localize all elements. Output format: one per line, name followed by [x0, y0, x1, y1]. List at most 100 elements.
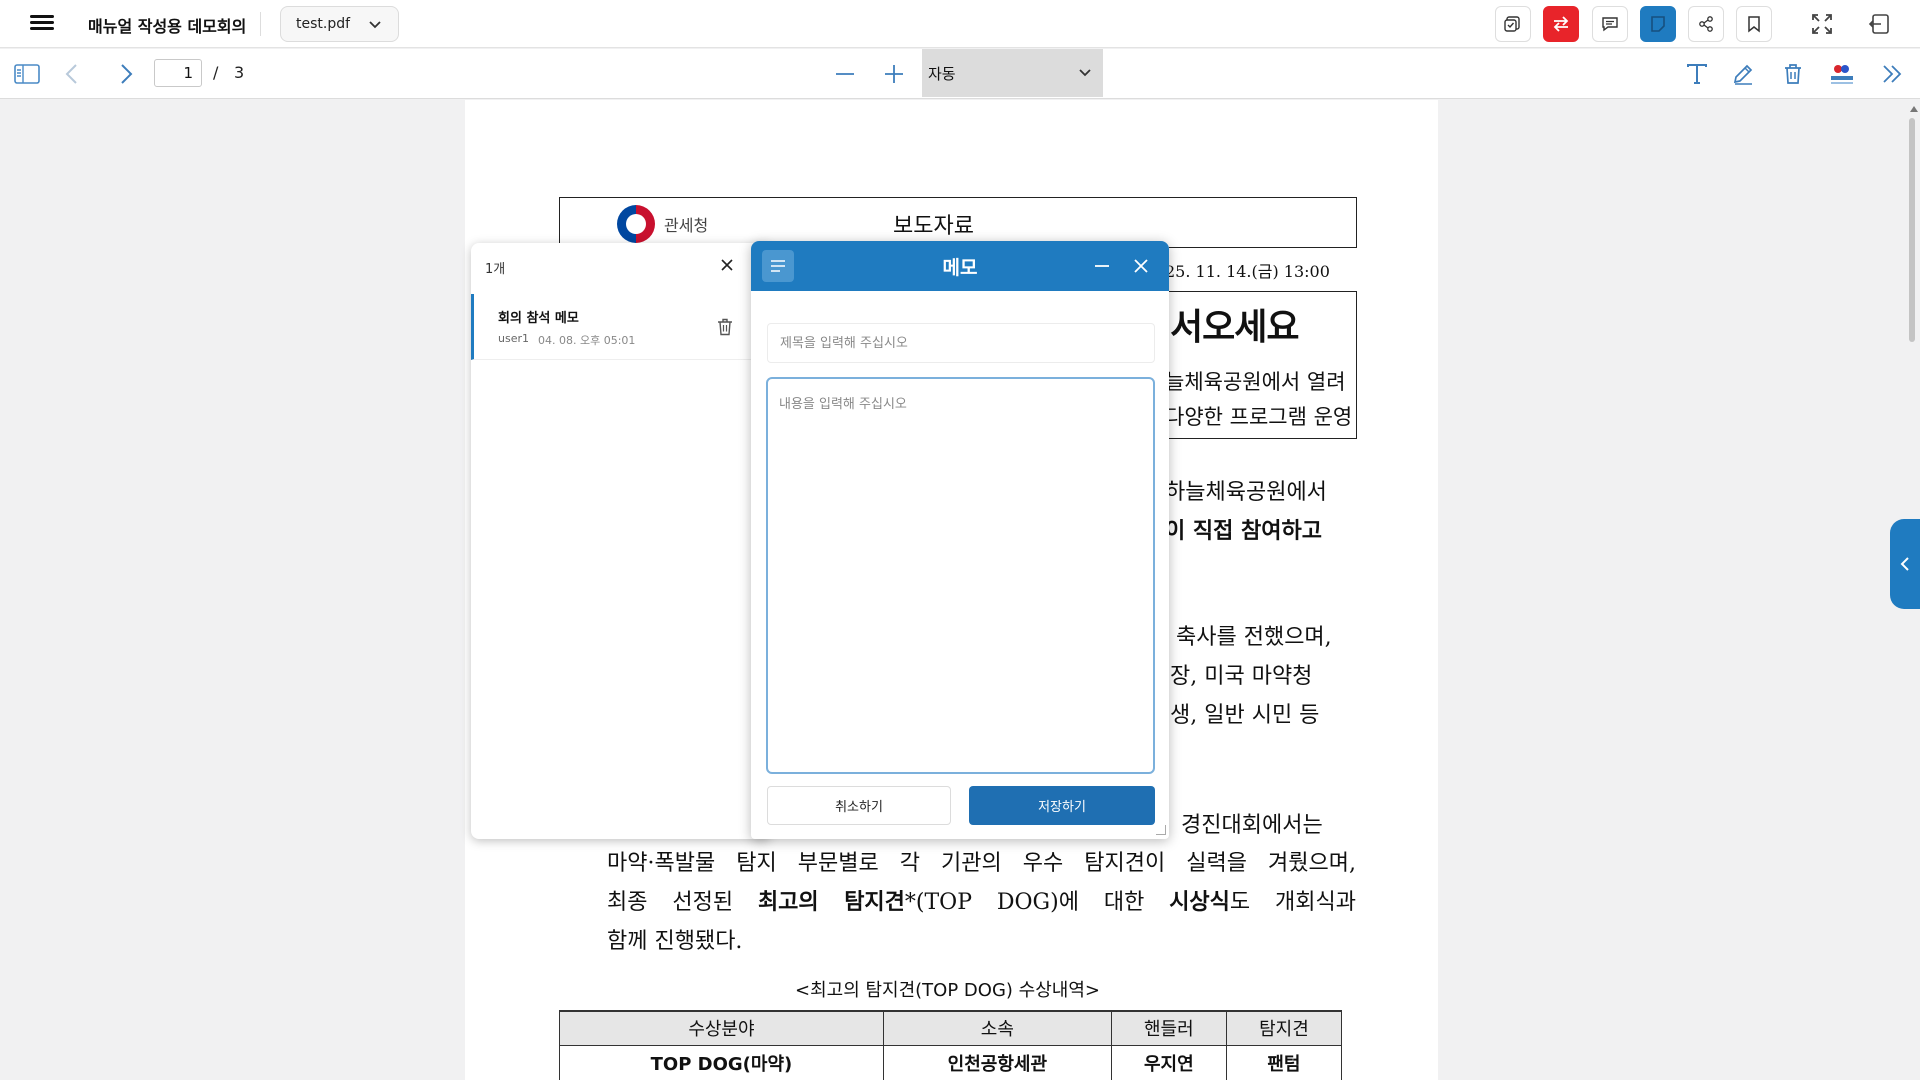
paragraph-text: 장, 미국 마약청: [1170, 664, 1313, 689]
pen-tool-icon: [1733, 64, 1753, 85]
memo-body-textarea[interactable]: [766, 377, 1155, 774]
chevron-right-icon: [121, 64, 133, 84]
zoom-in-button[interactable]: [880, 61, 908, 87]
zoom-out-button[interactable]: [831, 61, 859, 87]
memo-dialog-header[interactable]: 메모: [751, 241, 1169, 291]
close-icon: [1134, 259, 1148, 273]
text-tool-button[interactable]: [1683, 61, 1711, 87]
headline: 서오세요: [1170, 307, 1299, 348]
paragraph-text: 경진대회에서는: [1181, 813, 1323, 838]
viewer-toolbar: / 3 자동: [0, 49, 1920, 99]
swap-icon: [1553, 16, 1569, 32]
chevron-left-icon: [65, 64, 77, 84]
trash-icon: [718, 318, 732, 336]
chevron-down-icon: [369, 21, 381, 29]
color-tool-button[interactable]: [1828, 61, 1856, 87]
table-header: 소속: [882, 1010, 1112, 1046]
memo-button[interactable]: [1640, 6, 1676, 42]
share-icon: [1699, 16, 1713, 32]
paragraph-text: 하늘체육공원에서: [1165, 480, 1327, 505]
subheadline-2: 다양한 프로그램 운영: [1165, 405, 1353, 429]
subheadline-1: 늘체육공원에서 열려: [1165, 370, 1346, 394]
release-date: 25. 11. 14.(금) 13:00: [1165, 262, 1330, 281]
hamburger-menu-icon[interactable]: [28, 12, 56, 36]
pen-tool-button[interactable]: [1729, 61, 1757, 87]
table-cell: TOP DOG(마약): [559, 1044, 884, 1080]
table-cell: 우지연: [1110, 1044, 1227, 1080]
table-header: 탐지견: [1225, 1010, 1343, 1046]
exit-icon: [1868, 14, 1889, 34]
sidebar-toggle-button[interactable]: [13, 61, 41, 87]
memo-dialog: 메모 취소하기 저장하기: [751, 241, 1169, 839]
text-span: *(TOP DOG)에 대한: [904, 890, 1170, 915]
trash-icon: [1785, 64, 1801, 84]
bookmark-button[interactable]: [1736, 6, 1772, 42]
paragraph-text: 함께 진행됐다.: [607, 929, 743, 954]
zoom-select[interactable]: 자동: [922, 49, 1103, 97]
delete-tool-button[interactable]: [1779, 61, 1807, 87]
bold-text: 시상식: [1169, 889, 1230, 915]
scroll-up-arrow-icon[interactable]: [1910, 106, 1918, 112]
resize-handle-icon[interactable]: [1156, 825, 1166, 835]
logo-center: [626, 214, 646, 234]
minimize-button[interactable]: [1090, 254, 1114, 278]
minimize-icon: [1095, 265, 1109, 267]
memo-list-panel: 1개 회의 참석 메모 user1 04. 08. 오후 05:01: [471, 243, 771, 839]
page-number-input[interactable]: [154, 59, 202, 87]
bold-text: 최고의 탐지견: [757, 889, 905, 915]
cancel-button[interactable]: 취소하기: [767, 786, 951, 825]
page-total: 3: [234, 63, 245, 82]
meeting-title: 매뉴얼 작성용 데모회의: [88, 17, 247, 36]
paragraph-text: 최종 선정된 최고의 탐지견*(TOP DOG)에 대한 시상식도 개회식과: [607, 884, 1356, 916]
fullscreen-icon: [1812, 14, 1832, 34]
share-button[interactable]: [1688, 6, 1724, 42]
chevron-down-icon: [1079, 69, 1091, 77]
expand-toolbar-button[interactable]: [1878, 61, 1906, 87]
zoom-select-value: 자동: [928, 65, 956, 83]
prev-page-button[interactable]: [58, 61, 86, 87]
table-caption: <최고의 탐지견(TOP DOG) 수상내역>: [795, 980, 1100, 1001]
memo-item-user: user1: [498, 332, 529, 345]
file-select[interactable]: test.pdf: [280, 6, 399, 42]
next-page-button[interactable]: [112, 61, 140, 87]
side-panel-toggle[interactable]: [1890, 519, 1920, 609]
memo-icon: [1651, 16, 1665, 32]
close-dialog-button[interactable]: [1129, 254, 1153, 278]
paragraph-text: 이 직접 참여하고: [1165, 518, 1322, 544]
scrollbar-thumb[interactable]: [1909, 118, 1915, 342]
fullscreen-button[interactable]: [1804, 6, 1840, 42]
table-cell: 인천공항세관: [882, 1044, 1112, 1080]
table-cell: 팬텀: [1225, 1044, 1343, 1080]
save-button[interactable]: 저장하기: [969, 786, 1155, 825]
memo-item-date: 04. 08. 오후 05:01: [538, 334, 636, 347]
sync-check-icon: [1504, 16, 1520, 32]
table-row: TOP DOG(마약) 인천공항세관 우지연 팬텀: [559, 1044, 1343, 1080]
sync-check-button[interactable]: [1495, 6, 1531, 42]
press-release-label: 보도자료: [893, 214, 974, 239]
text-tool-icon: [1687, 64, 1707, 84]
table-header: 수상분야: [559, 1010, 884, 1046]
memo-item-title: 회의 참석 메모: [498, 311, 579, 326]
close-icon: [721, 259, 733, 271]
close-list-button[interactable]: [717, 255, 737, 275]
table-header-row: 수상분야 소속 핸들러 탐지견: [559, 1010, 1343, 1046]
memo-title-input[interactable]: [767, 323, 1155, 363]
exit-button[interactable]: [1861, 6, 1897, 42]
text-span: 최종 선정된: [607, 890, 758, 915]
title-divider: [260, 12, 261, 36]
memo-count: 1개: [485, 262, 506, 277]
comment-button[interactable]: [1592, 6, 1628, 42]
delete-memo-button[interactable]: [714, 316, 736, 338]
paragraph-text: 마약·폭발물 탐지 부문별로 각 기관의 우수 탐지견이 실력을 겨뤘으며,: [607, 851, 1356, 876]
top-bar: 매뉴얼 작성용 데모회의 test.pdf: [0, 0, 1920, 48]
plus-icon: [885, 65, 903, 83]
table-header: 핸들러: [1110, 1010, 1227, 1046]
swap-button[interactable]: [1543, 6, 1579, 42]
paragraph-text: 축사를 전했으며,: [1176, 625, 1332, 650]
memo-list-item[interactable]: 회의 참석 메모 user1 04. 08. 오후 05:01: [471, 294, 771, 360]
chevron-left-icon: [1900, 557, 1909, 571]
text-span: 도 개회식과: [1229, 890, 1356, 915]
award-table: 수상분야 소속 핸들러 탐지견 TOP DOG(마약) 인천공항세관 우지연 팬…: [559, 1010, 1343, 1080]
color-palette-icon: [1831, 65, 1853, 84]
file-select-label: test.pdf: [296, 16, 351, 32]
